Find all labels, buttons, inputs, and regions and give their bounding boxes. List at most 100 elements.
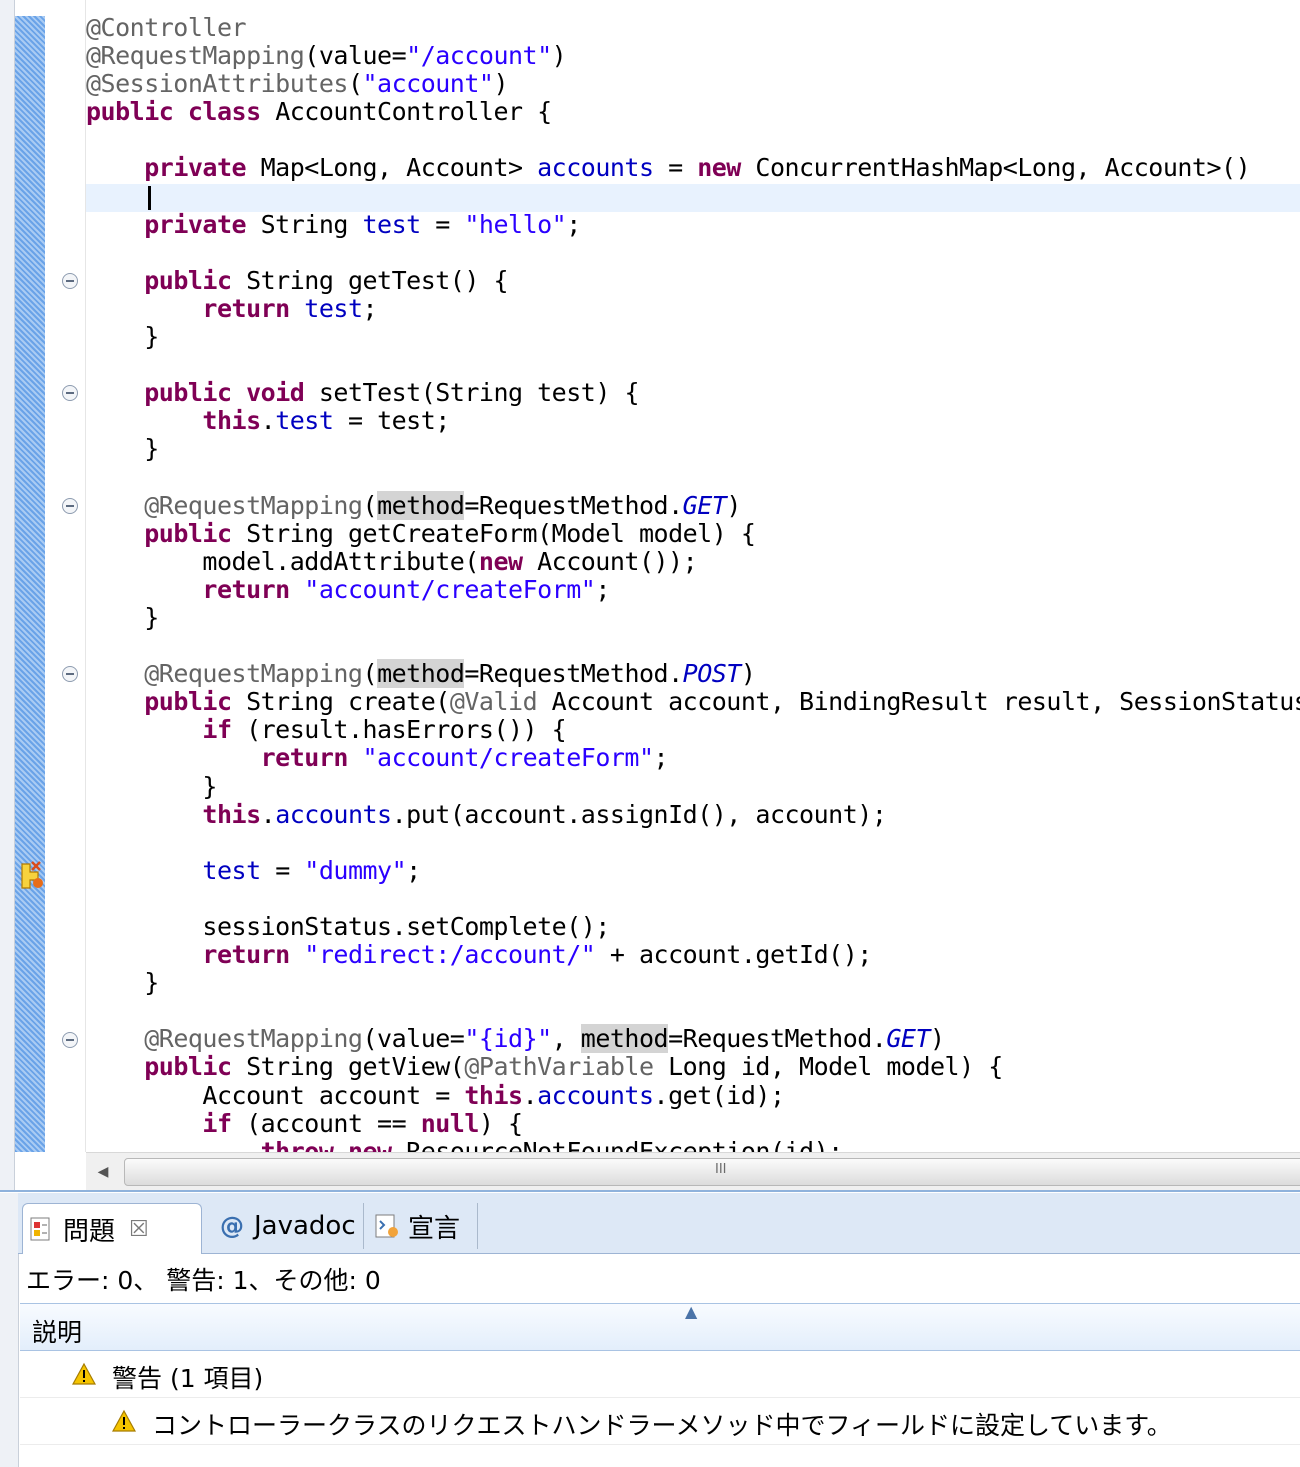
code-token: ; [566, 209, 581, 239]
code-line[interactable] [86, 464, 1300, 492]
problem-item-label: コントローラークラスのリクエストハンドラーメソッド中でフィールドに設定しています… [152, 1411, 1172, 1440]
code-line[interactable]: private String test = "hello"; [86, 209, 1300, 239]
code-token: "{id}" [464, 1024, 552, 1054]
code-token: Account()); [522, 546, 698, 576]
code-line[interactable]: } [86, 435, 1300, 463]
code-line[interactable]: @RequestMapping(value="/account") [86, 42, 1300, 70]
code-line[interactable]: public String getTest() { [86, 266, 1300, 295]
code-token: class [187, 97, 261, 127]
code-token: sessionStatus.setComplete(); [86, 912, 610, 941]
code-token: model.addAttribute( [86, 546, 479, 576]
code-token: new [697, 153, 741, 183]
column-header-description[interactable]: 説明 ▲ [20, 1302, 1300, 1351]
tab-problems-label: 問題 [63, 1216, 116, 1247]
code-line[interactable]: test = "dummy"; [86, 856, 1300, 885]
tab-problems[interactable]: 問題 ☒ [22, 1203, 202, 1254]
tab-declaration[interactable]: 宣言 [368, 1203, 478, 1249]
code-line[interactable] [86, 997, 1300, 1025]
code-line[interactable] [86, 183, 1300, 211]
code-token: ( [347, 69, 363, 99]
folding-gutter[interactable] [45, 0, 86, 1152]
code-line[interactable] [86, 351, 1300, 379]
code-line[interactable]: return test; [86, 293, 1300, 323]
code-token: =RequestMethod. [464, 659, 683, 689]
code-line[interactable]: public String create(@Valid Account acco… [86, 688, 1300, 716]
warning-icon [72, 1362, 96, 1385]
code-token: ; [362, 293, 378, 323]
code-line[interactable]: public String getCreateForm(Model model)… [86, 518, 1300, 548]
code-line[interactable]: Account account = this.accounts.get(id); [86, 1080, 1300, 1110]
scrollbar-thumb[interactable]: III [124, 1158, 1300, 1186]
code-line[interactable] [86, 239, 1300, 267]
code-line[interactable] [86, 829, 1300, 857]
tab-declaration-label: 宣言 [408, 1213, 461, 1244]
code-line[interactable]: private Map<Long, Account> accounts = ne… [86, 154, 1300, 182]
code-token: ( [362, 659, 378, 689]
code-line[interactable]: @RequestMapping(value="{id}", method=Req… [86, 1024, 1300, 1054]
code-token: @Valid [449, 687, 538, 717]
code-line[interactable]: } [86, 322, 1300, 351]
code-editor[interactable]: @Controller @RequestMapping(value="/accou… [0, 0, 1300, 1192]
code-token: (result.hasErrors()) { [231, 715, 567, 745]
code-token: . [522, 1080, 538, 1110]
code-line[interactable]: } [86, 772, 1300, 801]
code-line[interactable]: if (account == null) { [86, 1109, 1300, 1138]
code-line[interactable] [86, 126, 1300, 154]
warning-marker-icon[interactable] [18, 860, 46, 890]
code-token: "redirect:/account/" [304, 940, 596, 970]
fold-toggle-icon[interactable] [62, 272, 78, 289]
horizontal-scrollbar[interactable]: ◀ III [86, 1152, 1300, 1191]
code-line[interactable]: return "account/createForm"; [86, 575, 1300, 604]
scroll-left-arrow-icon[interactable]: ◀ [92, 1161, 114, 1183]
code-token: "account/createForm" [362, 743, 655, 773]
fold-toggle-icon[interactable] [62, 1031, 78, 1048]
problem-item-row[interactable]: コントローラークラスのリクエストハンドラーメソッド中でフィールドに設定しています… [20, 1397, 1300, 1445]
code-line[interactable]: @RequestMapping(method=RequestMethod.POS… [86, 659, 1300, 689]
code-token: AccountController { [260, 97, 552, 127]
scrollbar-grip: III [715, 1162, 727, 1177]
code-token: String getCreateForm(Model model) { [231, 518, 756, 548]
code-line[interactable] [86, 632, 1300, 660]
code-line[interactable]: throw new ResourceNotFoundException(id); [86, 1137, 1300, 1152]
code-line[interactable] [86, 885, 1300, 913]
code-token: @RequestMapping [144, 659, 363, 689]
code-line[interactable]: sessionStatus.setComplete(); [86, 912, 1300, 941]
code-line[interactable]: return "redirect:/account/" + account.ge… [86, 941, 1300, 969]
code-line[interactable]: return "account/createForm"; [86, 744, 1300, 772]
code-line[interactable]: public String getView(@PathVariable Long… [86, 1053, 1300, 1081]
code-text-area[interactable]: @Controller @RequestMapping(value="/accou… [86, 0, 1300, 1152]
code-token: "account" [362, 69, 494, 99]
code-line[interactable]: @Controller [86, 13, 1300, 42]
code-line[interactable]: } [86, 969, 1300, 997]
source-code[interactable]: @Controller @RequestMapping(value="/accou… [86, 13, 1300, 1152]
code-token: accounts [537, 153, 654, 183]
code-line[interactable]: if (result.hasErrors()) { [86, 716, 1300, 744]
code-line[interactable]: @SessionAttributes("account") [86, 70, 1300, 98]
tab-javadoc[interactable]: @ Javadoc [214, 1203, 364, 1249]
code-token: return [260, 743, 349, 773]
code-line[interactable]: this.test = test; [86, 407, 1300, 435]
code-line[interactable]: } [86, 603, 1300, 632]
code-line[interactable]: public void setTest(String test) { [86, 379, 1300, 407]
code-token: public [144, 518, 232, 548]
fold-toggle-icon[interactable] [62, 497, 78, 514]
code-line[interactable]: public class AccountController { [86, 98, 1300, 126]
code-token: POST [682, 659, 742, 689]
vertical-ruler[interactable] [15, 0, 45, 1152]
code-token: Account account, BindingResult result, S… [551, 687, 1300, 717]
code-line[interactable]: @RequestMapping(method=RequestMethod.GET… [86, 490, 1300, 520]
code-line[interactable]: this.accounts.put(account.assignId(), ac… [86, 800, 1300, 829]
close-icon[interactable]: ☒ [129, 1217, 149, 1242]
editor-border [0, 1190, 1300, 1192]
problem-group-row[interactable]: 警告 (1 項目) [20, 1351, 1300, 1397]
code-token: test [304, 293, 363, 323]
code-line[interactable]: model.addAttribute(new Account()); [86, 546, 1300, 576]
